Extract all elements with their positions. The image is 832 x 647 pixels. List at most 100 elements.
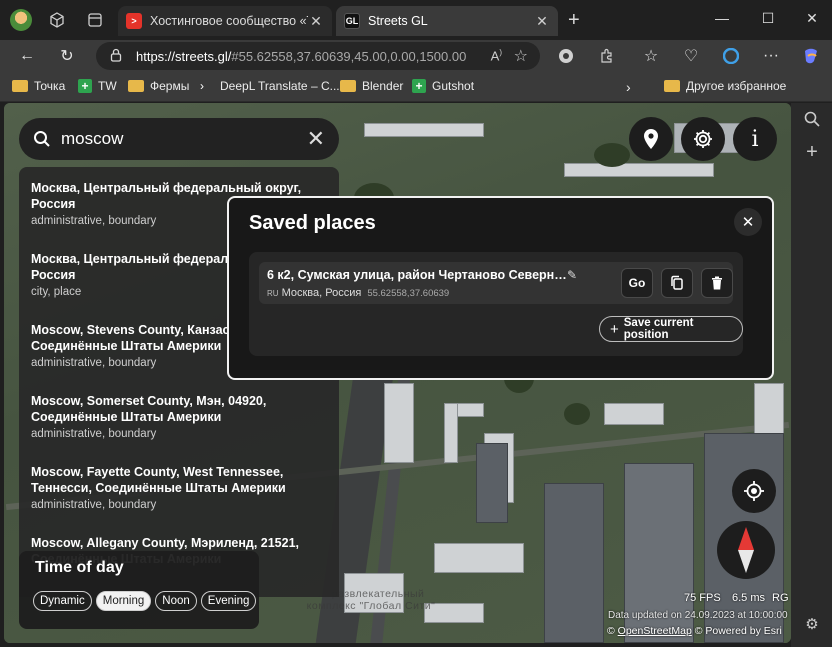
bookmark-deepl[interactable]: › DeepL Translate – C... [200,79,340,93]
tab-title: Хостинговое сообщество «Timeweb» [150,14,308,28]
tab-timeweb[interactable]: > Хостинговое сообщество «Timeweb» ✕ [118,6,332,36]
tab-title: Streets GL [368,14,428,28]
fps-counter: 75 FPS [684,592,721,604]
folder-icon [128,80,144,92]
time-option-dynamic[interactable]: Dynamic [33,591,92,611]
profile-avatar[interactable] [10,9,32,31]
clear-search-icon[interactable]: ✕ [307,126,325,152]
plus-icon: + [78,79,92,93]
folder-icon [664,80,680,92]
search-input[interactable]: moscow [61,129,307,149]
saved-place-name: 6 к2, Сумская улица, район Чертаново Сев… [267,268,567,282]
attribution: © OpenStreetMap © Powered by Esri [607,625,782,637]
building [384,383,414,463]
edit-pencil-icon[interactable]: ✎ [567,268,577,282]
time-option-noon[interactable]: Noon [155,591,197,611]
saved-places-button[interactable] [629,117,673,161]
read-aloud-icon[interactable]: A) [491,48,502,63]
bookmark-other-favorites[interactable]: Другое избранное [664,79,786,93]
save-current-position-button[interactable]: + Save current position [599,316,743,342]
favorites-icon[interactable]: ☆ [640,45,662,67]
map-viewport[interactable]: ...-развлекательный комплекс "Глобал Сит… [4,103,791,643]
country-code: RU [267,289,279,298]
saved-place-city: Москва, Россия [281,287,362,299]
title-bar: > Хостинговое сообщество «Timeweb» ✕ GL … [0,0,832,40]
dialog-title: Saved places [249,212,376,234]
nav-bar: ← ↻ https://streets.gl/#55.62558,37.6063… [0,40,832,72]
bookmark-tw[interactable]: + TW [78,79,117,93]
browser-essentials-icon[interactable]: ♡ [680,45,702,67]
favorite-star-icon[interactable]: ☆ [514,46,528,66]
tab-streets-gl[interactable]: GL Streets GL ✕ [336,6,558,36]
saved-place-item: 6 к2, Сумская улица, район Чертаново Сев… [259,262,733,304]
info-icon: i [751,126,759,152]
saved-place-coords: 55.62558,37.60639 [367,288,450,299]
bookmark-fermy[interactable]: Фермы [128,79,189,93]
close-dialog-button[interactable]: ✕ [734,208,762,236]
bookmark-blender[interactable]: Blender [340,79,403,93]
bookmark-gutshot[interactable]: + Gutshot [412,79,474,93]
lock-icon[interactable] [110,48,122,65]
trash-icon [712,276,722,290]
building [564,163,714,177]
more-menu-icon[interactable]: ··· [760,45,782,67]
close-tab-icon[interactable]: ✕ [534,13,550,30]
building [364,123,484,137]
tree [594,143,630,167]
deepl-icon: › [200,79,204,93]
compass-button[interactable] [717,521,775,579]
compass-icon [738,527,754,573]
folder-icon [340,80,356,92]
sidebar-settings-icon[interactable]: ⚙ [802,615,822,633]
chevron-right-icon[interactable]: › [626,79,631,95]
saved-places-dialog: Saved places ✕ 6 к2, Сумская улица, райо… [227,196,774,380]
render-mode[interactable]: RG [772,592,789,604]
crosshair-icon [744,481,764,501]
minimize-icon[interactable]: — [712,10,732,26]
building [434,543,524,573]
extension-icon[interactable] [555,45,577,67]
frame-time: 6.5 ms [732,592,766,604]
locate-me-button[interactable] [732,469,776,513]
search-box[interactable]: moscow ✕ [19,118,339,160]
workspaces-icon[interactable] [46,9,68,31]
bookmark-tochka[interactable]: Точка [12,79,65,93]
data-updated-text: Data updated on 24.09.2023 at 10:00:00 [608,610,788,621]
copy-button[interactable] [661,268,693,298]
search-result[interactable]: Moscow, Fayette County, West Tennessee, … [19,457,339,528]
copy-icon [671,275,683,290]
search-icon [33,130,51,148]
saved-places-list: 6 к2, Сумская улица, район Чертаново Сев… [249,252,743,356]
extensions-puzzle-icon[interactable] [596,45,618,67]
tree [564,403,590,425]
location-pin-icon [644,129,658,149]
bookmarks-bar: Точка + TW Фермы › DeepL Translate – C... … [0,72,832,102]
search-icon[interactable] [802,111,822,132]
add-sidebar-icon[interactable]: + [802,141,822,164]
time-option-evening[interactable]: Evening [200,591,257,611]
go-button[interactable]: Go [621,268,653,298]
copilot-icon[interactable] [800,45,822,67]
osm-link[interactable]: OpenStreetMap [618,625,692,637]
close-window-icon[interactable]: ✕ [802,10,822,27]
building [544,483,604,643]
time-of-day-title: Time of day [35,559,124,576]
plus-icon: + [412,79,426,93]
settings-button[interactable] [681,117,725,161]
close-icon: ✕ [741,214,755,231]
close-tab-icon[interactable]: ✕ [308,13,324,30]
edge-icon[interactable] [720,45,742,67]
plus-icon: + [610,320,619,338]
address-bar[interactable]: https://streets.gl/#55.62558,37.60639,45… [96,42,540,70]
info-button[interactable]: i [733,117,777,161]
back-icon[interactable]: ← [16,45,38,67]
url-domain: https://streets.gl/ [136,48,232,64]
maximize-icon[interactable]: ☐ [758,10,778,27]
tab-actions-icon[interactable] [84,9,106,31]
new-tab-icon[interactable]: + [568,9,580,32]
delete-button[interactable] [701,268,733,298]
building [444,403,458,463]
search-result[interactable]: Moscow, Somerset County, Мэн, 04920, Сое… [19,386,339,457]
refresh-icon[interactable]: ↻ [56,45,78,67]
time-option-morning[interactable]: Morning [95,591,152,611]
